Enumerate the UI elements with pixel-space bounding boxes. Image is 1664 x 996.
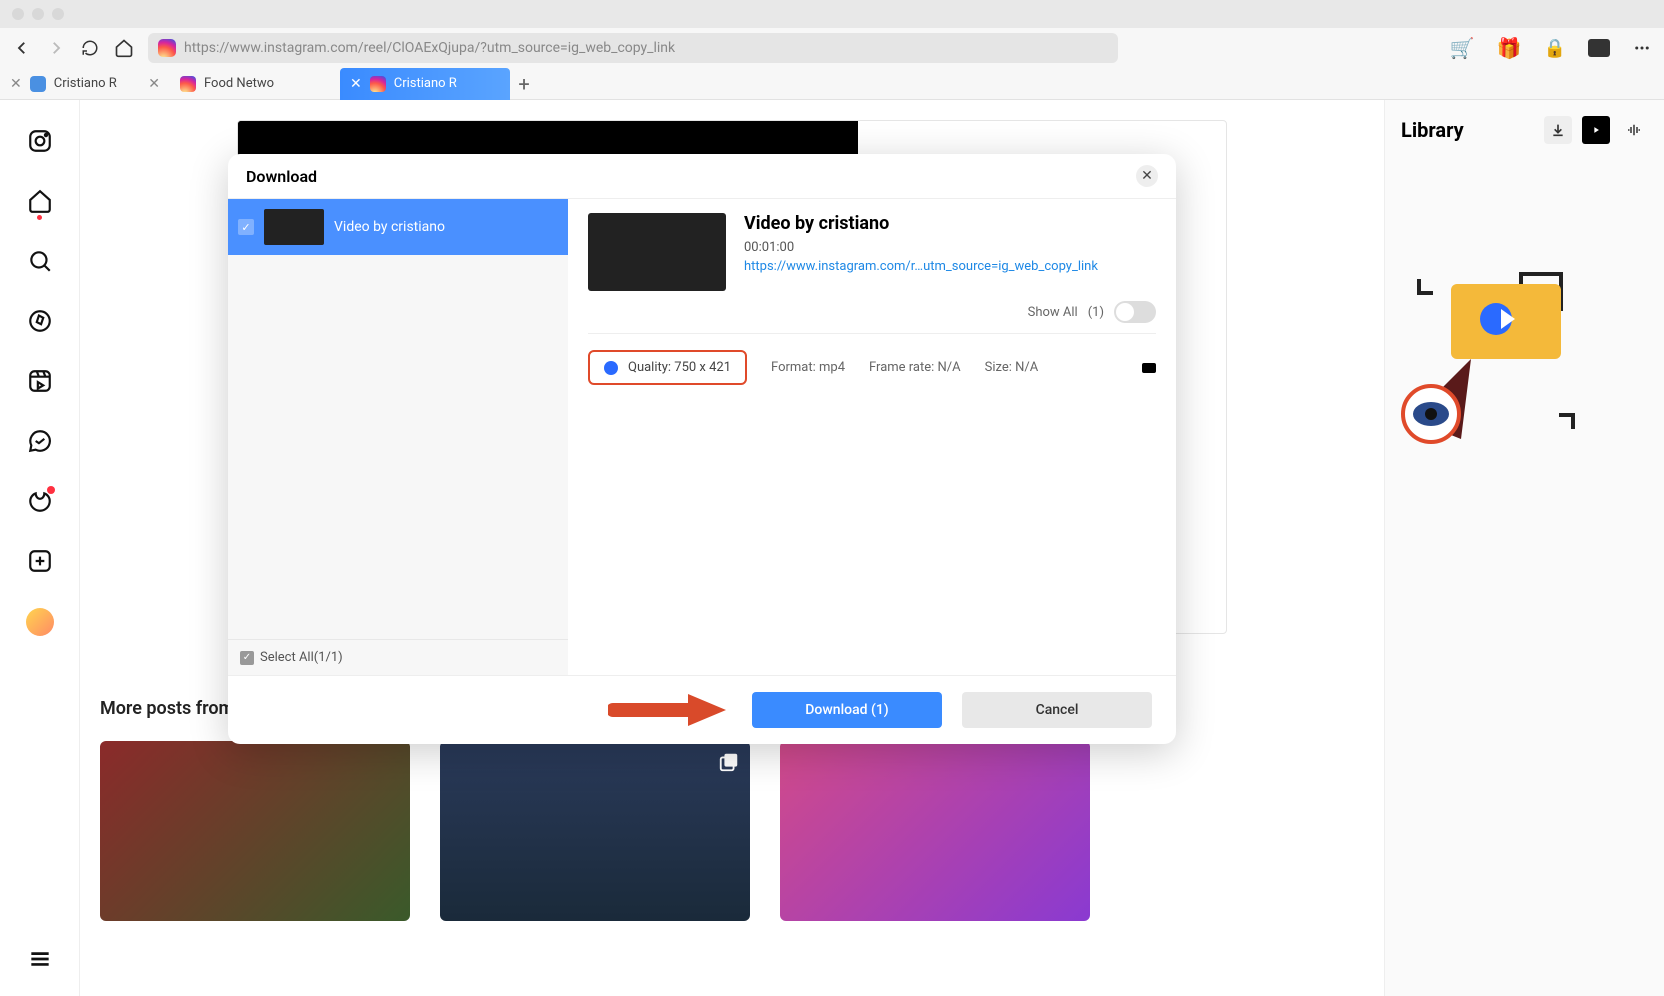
modal-title: Download — [246, 167, 317, 186]
item-checkbox[interactable]: ✓ — [238, 219, 254, 235]
item-thumbnail — [264, 209, 324, 245]
quality-option[interactable]: Quality: 750 x 421 — [588, 350, 747, 385]
quality-row[interactable]: Quality: 750 x 421 Format: mp4 Frame rat… — [588, 344, 1156, 391]
select-all-row[interactable]: ✓ Select All(1/1) — [228, 639, 568, 675]
quality-radio[interactable] — [604, 361, 618, 375]
detail-title: Video by cristiano — [744, 213, 1156, 234]
show-all-label: Show All — [1028, 305, 1078, 320]
modal-detail-pane: Video by cristiano 00:01:00 https://www.… — [568, 199, 1176, 675]
format-label: Format: mp4 — [771, 360, 845, 375]
detail-thumbnail — [588, 213, 726, 291]
modal-close-button[interactable]: ✕ — [1136, 165, 1158, 187]
detail-url[interactable]: https://www.instagram.com/r…utm_source=i… — [744, 259, 1156, 274]
show-all-count: (1) — [1088, 305, 1104, 320]
framerate-label: Frame rate: N/A — [869, 360, 961, 375]
size-label: Size: N/A — [985, 360, 1039, 375]
cancel-button[interactable]: Cancel — [962, 692, 1152, 728]
quality-label: Quality: 750 x 421 — [628, 360, 731, 375]
annotation-arrow-icon — [608, 690, 728, 730]
select-all-label: Select All(1/1) — [260, 650, 343, 665]
item-label: Video by cristiano — [334, 219, 445, 235]
detail-duration: 00:01:00 — [744, 240, 1156, 255]
download-modal: Download ✕ ✓ Video by cristiano ✓ Select… — [228, 154, 1176, 744]
format-badge-icon — [1142, 363, 1156, 373]
select-all-checkbox[interactable]: ✓ — [240, 651, 254, 665]
download-button[interactable]: Download (1) — [752, 692, 942, 728]
show-all-toggle[interactable] — [1114, 301, 1156, 323]
video-list-item[interactable]: ✓ Video by cristiano — [228, 199, 568, 255]
modal-video-list: ✓ Video by cristiano ✓ Select All(1/1) — [228, 199, 568, 675]
